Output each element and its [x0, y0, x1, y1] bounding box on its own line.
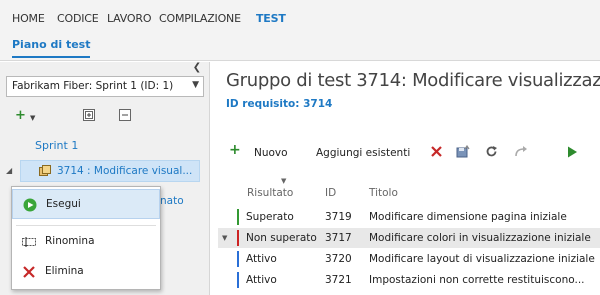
dropdown-arrow-icon[interactable]: ▼: [30, 111, 35, 125]
status-indicator: [237, 230, 239, 246]
column-header-id[interactable]: ID: [325, 187, 336, 199]
run-play-icon[interactable]: [567, 146, 578, 162]
table-row[interactable]: Attivo 3720 Modificare layout di visuali…: [218, 249, 600, 269]
cell-title: Modificare dimensione pagina iniziale: [369, 211, 567, 223]
cell-outcome: Attivo: [246, 274, 277, 286]
tree-item-partial[interactable]: nato: [160, 195, 184, 207]
menu-item-label: Rinomina: [45, 235, 95, 247]
collapse-all-icon[interactable]: [119, 109, 131, 125]
requirement-link[interactable]: ID requisito: 3714: [226, 98, 332, 110]
status-indicator: [237, 251, 239, 267]
chevron-left-icon: ❮: [192, 62, 202, 73]
tree-item-sprint-1[interactable]: Sprint 1: [35, 139, 78, 152]
column-header-titolo[interactable]: Titolo: [369, 187, 398, 199]
test-suite-icon: [39, 165, 51, 177]
delete-x-icon[interactable]: [430, 145, 443, 162]
status-indicator: [237, 272, 239, 288]
nav-compilazione[interactable]: COMPILAZIONE: [159, 12, 241, 25]
nav-lavoro[interactable]: LAVORO: [107, 12, 151, 25]
pane-splitter[interactable]: [209, 62, 210, 295]
open-arrow-icon[interactable]: [514, 145, 528, 162]
table-row[interactable]: Attivo 3721 Impostazioni non corrette re…: [218, 270, 600, 290]
sprint-select-value: Fabrikam Fiber: Sprint 1 (ID: 1): [12, 80, 174, 92]
page-title: Gruppo di test 3714: Modificare visualiz…: [226, 70, 600, 91]
cell-outcome: Superato: [246, 211, 294, 223]
cell-outcome: Attivo: [246, 253, 277, 265]
menu-item-elimina[interactable]: Elimina: [12, 257, 160, 287]
run-play-icon: [23, 198, 37, 212]
delete-x-icon: [22, 265, 36, 279]
refresh-icon[interactable]: [485, 145, 498, 162]
tree-item-suite-3714[interactable]: 3714 : Modificare visual...: [20, 160, 200, 182]
new-test-button[interactable]: Nuovo: [254, 146, 288, 160]
table-row[interactable]: ▼ Non superato 3717 Modificare colori in…: [218, 228, 600, 248]
collapse-pane-button[interactable]: ❮: [190, 62, 204, 74]
menu-item-rinomina[interactable]: Rinomina: [12, 227, 160, 257]
context-menu: Esegui Rinomina Elimina: [11, 186, 161, 290]
sprint-select[interactable]: Fabrikam Fiber: Sprint 1 (ID: 1) ▼: [6, 76, 204, 97]
nav-home[interactable]: HOME: [12, 12, 45, 25]
new-plus-icon[interactable]: +: [229, 143, 241, 157]
sort-desc-icon: ▼: [281, 177, 287, 185]
nav-test[interactable]: TEST: [256, 12, 286, 25]
tab-piano-di-test[interactable]: Piano di test: [12, 38, 91, 58]
save-icon[interactable]: [456, 144, 470, 162]
column-header-risultato[interactable]: Risultato: [247, 187, 293, 199]
cell-id: 3717: [325, 232, 352, 244]
tree-item-label: 3714 : Modificare visual...: [57, 165, 193, 177]
rename-icon: [22, 235, 36, 249]
cell-title: Impostazioni non corrette restituiscono.…: [369, 274, 585, 286]
cell-title: Modificare layout di visualizzazione ini…: [369, 253, 595, 265]
add-existing-button[interactable]: Aggiungi esistenti: [316, 146, 410, 160]
add-suite-plus-icon[interactable]: +: [15, 109, 26, 123]
menu-item-esegui[interactable]: Esegui: [12, 189, 160, 219]
cell-id: 3719: [325, 211, 352, 223]
cell-id: 3721: [325, 274, 352, 286]
menu-divider: [16, 225, 156, 226]
nav-codice[interactable]: CODICE: [57, 12, 99, 25]
cell-outcome: Non superato: [246, 232, 317, 244]
status-indicator: [237, 209, 239, 225]
top-nav: HOME CODICE LAVORO COMPILAZIONE TEST: [0, 0, 600, 36]
menu-item-label: Elimina: [45, 265, 84, 277]
chevron-down-icon: ▼: [192, 80, 199, 90]
cell-title: Modificare colori in visualizzazione ini…: [369, 232, 591, 244]
tree-expander-icon[interactable]: ◢: [6, 166, 12, 175]
sub-nav: Piano di test: [0, 36, 600, 61]
table-row[interactable]: Superato 3719 Modificare dimensione pagi…: [218, 207, 600, 227]
cell-id: 3720: [325, 253, 352, 265]
row-expander-icon[interactable]: ▼: [222, 234, 227, 242]
expand-all-icon[interactable]: [83, 109, 95, 125]
menu-item-label: Esegui: [46, 198, 81, 210]
